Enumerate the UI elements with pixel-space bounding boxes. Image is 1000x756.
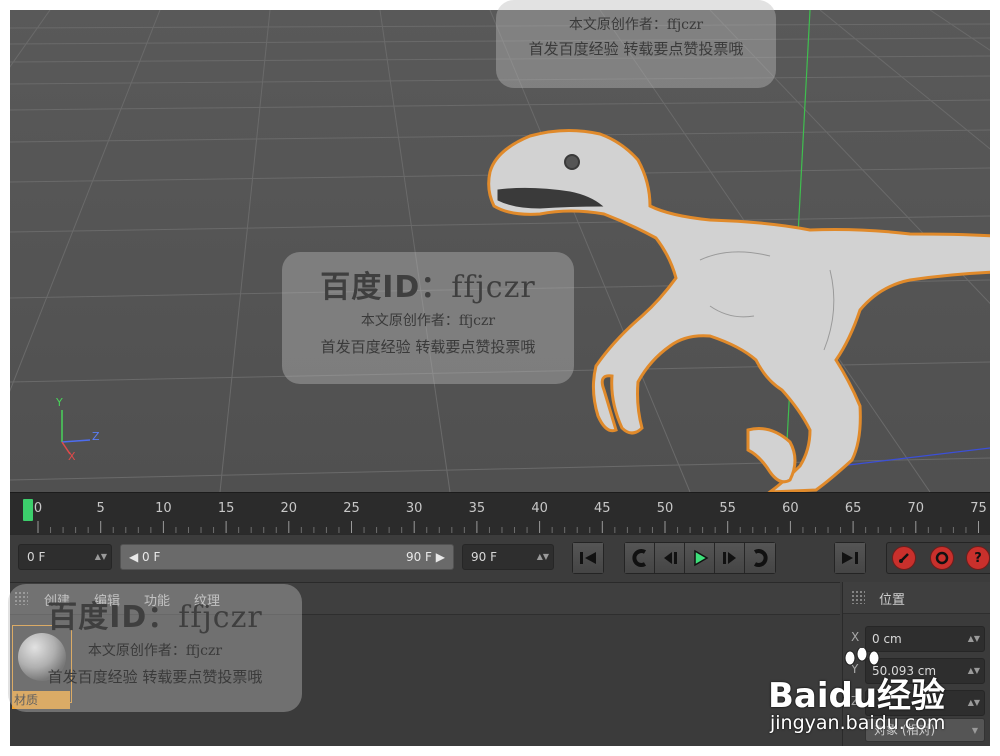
spinner-icon[interactable]: ▲▼ xyxy=(537,545,549,569)
playback-controls xyxy=(624,542,776,574)
watermark-bottom-left: 百度ID：ffjczr 本文原创作者：ffjczr 首发百度经验 转载要点赞投票… xyxy=(8,584,302,712)
baidu-url: jingyan.baidu.com xyxy=(770,712,946,734)
coord-x-label: X xyxy=(851,630,860,644)
axis-y-label: Y xyxy=(56,396,63,409)
timeline-tick-label: 20 xyxy=(280,501,298,516)
watermark-center: 百度ID：ffjczr 本文原创作者：ffjczr 首发百度经验 转载要点赞投票… xyxy=(282,252,574,384)
step-forward-icon[interactable] xyxy=(715,543,745,573)
go-to-start-group xyxy=(572,542,604,574)
axis-gizmo xyxy=(61,410,91,455)
end-frame-value: 90 F xyxy=(471,550,497,564)
axis-z-label: Z xyxy=(92,430,100,443)
baidu-logo-text: Baidu经验 xyxy=(768,676,946,716)
step-back-icon[interactable] xyxy=(655,543,685,573)
preview-range-slider[interactable]: ◀ 0 F 90 F ▶ xyxy=(120,544,454,570)
current-frame-value: 0 F xyxy=(27,550,46,564)
watermark-line1: 本文原创作者：ffjczr xyxy=(360,313,496,329)
timeline-tick-label: 55 xyxy=(719,501,736,516)
timeline-ruler[interactable]: 0 5 10 15 20 25 30 35 40 45 50 55 60 65 70 75 xyxy=(10,492,990,534)
timeline-tick-label: 65 xyxy=(844,501,862,516)
spinner-icon[interactable]: ▲▼ xyxy=(95,545,107,569)
range-end-value: 90 F ▶ xyxy=(405,550,445,564)
go-to-end-group xyxy=(834,542,866,574)
previous-key-icon[interactable] xyxy=(625,543,655,573)
timeline-tick-label: 60 xyxy=(782,501,799,516)
watermark-line2: 首发百度经验 转载要点赞投票哦 xyxy=(528,40,744,58)
next-key-icon[interactable] xyxy=(745,543,775,573)
watermark-top: 本文原创作者：ffjczr 首发百度经验 转载要点赞投票哦 xyxy=(496,0,776,88)
timeline-tick-label: 25 xyxy=(343,501,360,516)
current-frame-field[interactable]: 0 F ▲▼ xyxy=(18,544,112,570)
panel-grip-icon[interactable] xyxy=(851,590,865,604)
watermark-line1: 本文原创作者：ffjczr xyxy=(87,643,223,659)
timeline-tick-label: 15 xyxy=(217,501,235,516)
autokey-icon[interactable] xyxy=(930,546,954,570)
go-to-start-icon[interactable] xyxy=(573,543,603,573)
timeline-tick-label: 50 xyxy=(656,501,674,516)
transport-bar: 0 F ▲▼ ◀ 0 F 90 F ▶ 90 F ▲▼ ? xyxy=(10,534,990,582)
timeline-tick-label: 75 xyxy=(970,501,987,516)
watermark-line1: 本文原创作者：ffjczr xyxy=(568,17,704,33)
timeline-tick-label: 45 xyxy=(594,501,611,516)
watermark-line2: 首发百度经验 转载要点赞投票哦 xyxy=(47,668,263,686)
watermark-id: 百度ID：ffjczr xyxy=(320,270,536,305)
record-icon[interactable] xyxy=(892,546,916,570)
watermark-id: 百度ID：ffjczr xyxy=(47,600,263,635)
help-icon[interactable]: ? xyxy=(966,546,990,570)
timeline-tick-label: 40 xyxy=(531,501,548,516)
coord-x-value: 0 cm xyxy=(872,632,902,646)
play-icon[interactable] xyxy=(685,543,715,573)
end-frame-field[interactable]: 90 F ▲▼ xyxy=(462,544,554,570)
position-title: 位置 xyxy=(879,593,906,608)
timeline-tick-label: 5 xyxy=(96,501,105,516)
axis-x-label: X xyxy=(68,450,76,463)
playhead[interactable] xyxy=(23,499,33,521)
range-start-value: ◀ 0 F xyxy=(129,550,161,564)
timeline-tick-label: 30 xyxy=(405,501,423,516)
timeline-tick-label: 35 xyxy=(468,501,486,516)
coordinates-header: 位置 xyxy=(843,582,990,614)
timeline-ticks xyxy=(37,521,979,533)
timeline-tick-label: 10 xyxy=(155,501,172,516)
watermark-line2: 首发百度经验 转载要点赞投票哦 xyxy=(320,338,536,356)
timeline-tick-label: 70 xyxy=(907,501,925,516)
timeline-tick-label: 0 xyxy=(33,501,43,516)
go-to-end-icon[interactable] xyxy=(835,543,865,573)
